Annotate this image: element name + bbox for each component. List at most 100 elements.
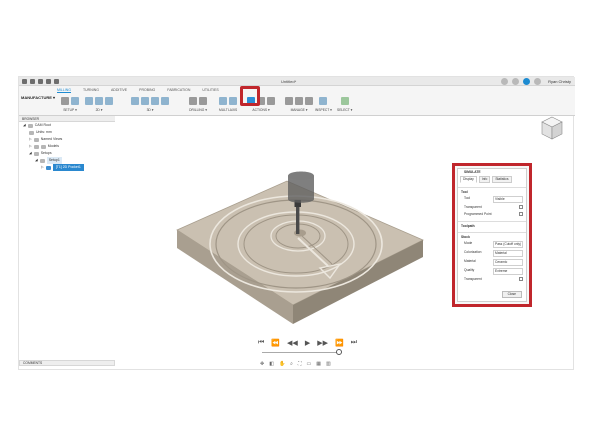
pan-icon[interactable]: ✋	[279, 361, 285, 367]
comments-panel[interactable]: COMMENTS	[19, 360, 115, 366]
simulate-button-highlight	[240, 86, 260, 106]
tool-section[interactable]: Tool	[458, 187, 526, 194]
material-row: Material Ceramic	[458, 257, 526, 266]
2d-group-label: 2D ▾	[95, 108, 103, 112]
stock-mode-select[interactable]: Pass (Cutoff only)	[493, 241, 523, 248]
manage-group[interactable]: MANAGE ▾	[285, 95, 313, 112]
2d-group[interactable]: 2D ▾	[85, 95, 113, 112]
hole-recognition-icon	[199, 96, 207, 105]
tab-probing[interactable]: PROBING	[139, 88, 155, 93]
multi-axis-contour-icon	[229, 96, 238, 105]
add-icon[interactable]	[501, 78, 509, 85]
orbit-icon[interactable]: ✥	[260, 361, 264, 367]
toolpath-icon	[45, 165, 51, 170]
eye-icon[interactable]	[33, 144, 39, 149]
tree-item-cam-root[interactable]: ◢ CAM Root	[19, 122, 115, 129]
expand-icon[interactable]: ▷	[29, 143, 32, 150]
programmed-point-row: Programmed Point	[458, 210, 526, 217]
setup-group-label: SETUP ▾	[63, 108, 77, 112]
look-at-icon[interactable]: ◧	[269, 361, 274, 367]
app-menu-icon[interactable]	[22, 79, 27, 84]
select-group-label: SELECT ▾	[337, 108, 353, 112]
select-group[interactable]: SELECT ▾	[337, 95, 352, 112]
tab-fabrication[interactable]: FABRICATION	[167, 88, 190, 93]
user-name[interactable]: Ryan Christy	[548, 79, 571, 84]
stock-model[interactable]	[170, 168, 430, 330]
tree-item-setups[interactable]: ◢ Setups	[19, 150, 115, 157]
tab-milling[interactable]: MILLING	[57, 88, 72, 93]
material-select[interactable]: Ceramic	[493, 259, 523, 266]
quality-select[interactable]: Extreme	[493, 268, 523, 275]
tab-turning[interactable]: TURNING	[83, 88, 99, 93]
tree-item-setup1[interactable]: ◢ Setup1	[19, 157, 115, 164]
setup-group[interactable]: SETUP ▾	[61, 95, 79, 112]
tab-utilities[interactable]: UTILITIES	[202, 88, 218, 93]
file-icon[interactable]	[30, 79, 35, 84]
ribbon-tabs: MILLING TURNING ADDITIVE PROBING FABRICA…	[57, 88, 219, 93]
tree-item-models[interactable]: ▷ Models	[19, 143, 115, 150]
stock-transparent-checkbox[interactable]	[519, 277, 523, 281]
setup-icon	[39, 158, 45, 163]
zoom-icon[interactable]: ⌕	[290, 361, 293, 367]
fast-forward-icon[interactable]: ⏩	[335, 339, 344, 347]
close-button[interactable]: Close	[501, 291, 522, 298]
display-settings-icon[interactable]: ▭	[307, 361, 312, 367]
step-forward-icon[interactable]: ▶▶	[317, 339, 328, 347]
document-icon	[29, 130, 34, 135]
3d-group[interactable]: 3D ▾	[131, 95, 169, 112]
tree-item-named-views[interactable]: ▷ Named Views	[19, 136, 115, 143]
eye-icon[interactable]	[27, 123, 33, 128]
multi-axis-group[interactable]: MULTI-AXIS	[219, 95, 237, 112]
drilling-group[interactable]: DRILLING ▾	[189, 95, 207, 112]
tool-transparent-checkbox[interactable]	[519, 205, 523, 209]
template-library-icon	[295, 96, 303, 105]
tree-item-units[interactable]: Units: mm	[19, 129, 115, 136]
workspace-switcher[interactable]: MANUFACTURE ▾	[21, 95, 55, 100]
2d-adaptive-icon	[85, 96, 93, 105]
redo-icon[interactable]	[54, 79, 59, 84]
step-back-icon[interactable]: ◀◀	[287, 339, 298, 347]
tab-display[interactable]: Display	[460, 176, 477, 183]
tool-visibility-row: Tool Visible	[458, 194, 526, 203]
undo-icon[interactable]	[46, 79, 51, 84]
help-icon[interactable]	[534, 78, 542, 85]
pocket-clearing-icon	[141, 96, 149, 105]
folder-icon	[33, 137, 39, 142]
viewcube-icon[interactable]	[540, 115, 564, 141]
collapse-icon[interactable]: ◢	[23, 122, 26, 129]
simulate-tabs: Display Info Statistics	[458, 176, 526, 183]
viewports-icon[interactable]: ▥	[326, 361, 331, 367]
grid-icon[interactable]: ▦	[316, 361, 321, 367]
simulation-timeline[interactable]	[262, 352, 338, 353]
expand-icon[interactable]: ▷	[29, 136, 32, 143]
toolpath-section[interactable]: Toolpath	[458, 221, 526, 228]
notification-icon[interactable]	[523, 78, 531, 85]
simulate-panel: SIMULATE Display Info Statistics Tool To…	[452, 163, 532, 307]
navigation-bar: ✥ ◧ ✋ ⌕ ⛶ ▭ ▦ ▥	[260, 361, 331, 367]
clock-icon[interactable]	[512, 78, 520, 85]
tab-info[interactable]: Info	[478, 176, 491, 183]
skip-end-icon[interactable]: ⏭	[351, 339, 357, 347]
programmed-point-checkbox[interactable]	[519, 212, 523, 216]
folder-icon	[33, 151, 39, 156]
tab-statistics[interactable]: Statistics	[492, 176, 512, 183]
stock-section[interactable]: Stock	[458, 232, 526, 239]
stock-transparent-row: Transparent	[458, 275, 526, 282]
tree-item-2d-pocket[interactable]: ▷ [T1] 2D Pocket1	[19, 164, 115, 171]
tool-transparent-row: Transparent	[458, 203, 526, 210]
collapse-icon[interactable]: ◢	[29, 150, 32, 157]
expand-icon[interactable]: ▷	[41, 164, 44, 171]
play-icon[interactable]: ▶	[305, 339, 310, 347]
tool-visibility-select[interactable]: Visible	[493, 196, 523, 203]
colorization-select[interactable]: Material	[493, 250, 523, 257]
collapse-icon[interactable]: ◢	[35, 157, 38, 164]
tab-additive[interactable]: ADDITIVE	[111, 88, 127, 93]
save-icon[interactable]	[38, 79, 43, 84]
timeline-handle[interactable]	[336, 349, 342, 355]
2d-pocket-icon	[95, 96, 103, 105]
skip-start-icon[interactable]: ⏮	[258, 339, 264, 347]
inspect-group-label: INSPECT ▾	[315, 108, 332, 112]
rewind-icon[interactable]: ⏪	[271, 339, 280, 347]
fit-icon[interactable]: ⛶	[298, 361, 302, 367]
inspect-group[interactable]: INSPECT ▾	[315, 95, 332, 112]
